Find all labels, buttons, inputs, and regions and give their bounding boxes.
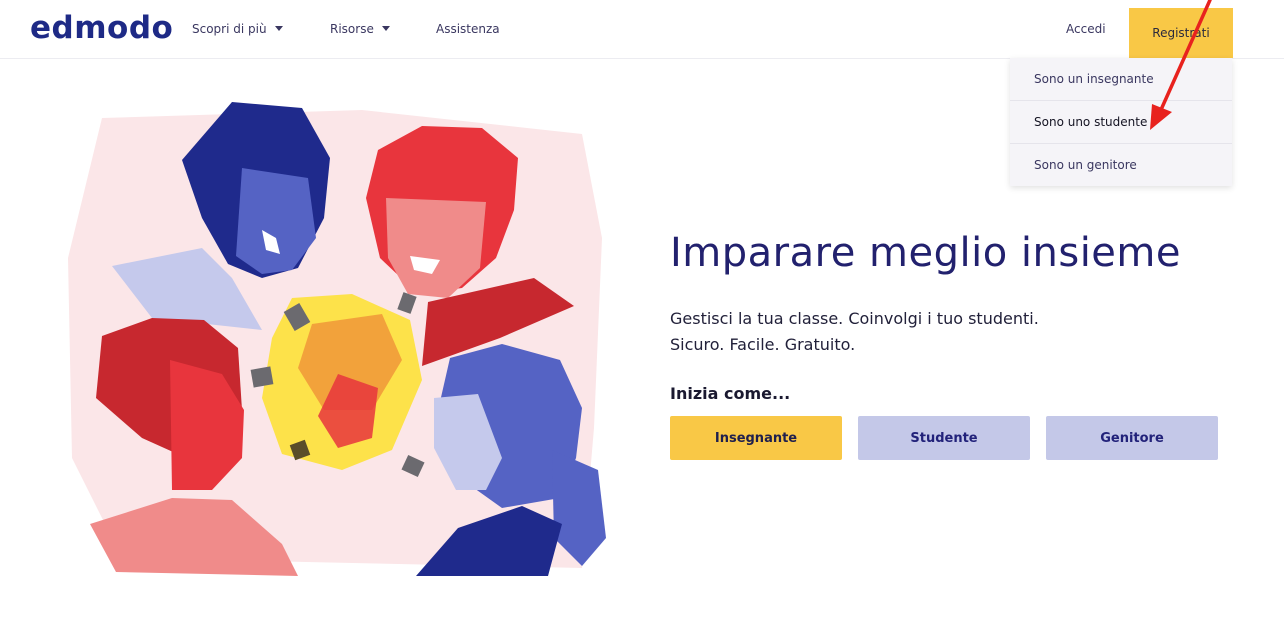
start-teacher-button[interactable]: Insegnante — [670, 416, 842, 460]
nav-scopri-di-piu[interactable]: Scopri di più — [192, 22, 283, 36]
nav-assistenza[interactable]: Assistenza — [436, 22, 500, 36]
nav-risorse[interactable]: Risorse — [330, 22, 390, 36]
annotation-arrow-icon — [1150, 0, 1212, 130]
button-label: Insegnante — [714, 430, 798, 446]
button-label: Studente — [910, 430, 978, 446]
caret-down-icon — [381, 26, 390, 31]
nav-label: Scopri di più — [192, 22, 267, 36]
top-navbar: edmodo Scopri di più Risorse Assistenza … — [0, 0, 1284, 59]
edmodo-logo[interactable]: edmodo — [30, 10, 173, 46]
menu-item-parent[interactable]: Sono un genitore — [1010, 144, 1232, 186]
login-link[interactable]: Accedi — [1066, 22, 1106, 36]
button-label: Genitore — [1100, 430, 1164, 446]
nav-label: Assistenza — [436, 22, 500, 36]
hero-subtitle: Gestisci la tua classe. Coinvolgi i tuo … — [670, 306, 1039, 358]
start-parent-button[interactable]: Genitore — [1046, 416, 1218, 460]
caret-down-icon — [274, 26, 283, 31]
hero-title: Imparare meglio insieme — [670, 230, 1181, 276]
subtitle-line: Gestisci la tua classe. Coinvolgi i tuo … — [670, 309, 1039, 328]
hero-illustration — [68, 102, 606, 576]
start-as-label: Inizia come... — [670, 384, 791, 403]
start-student-button[interactable]: Studente — [858, 416, 1030, 460]
nav-label: Risorse — [330, 22, 374, 36]
subtitle-line: Sicuro. Facile. Gratuito. — [670, 335, 856, 354]
